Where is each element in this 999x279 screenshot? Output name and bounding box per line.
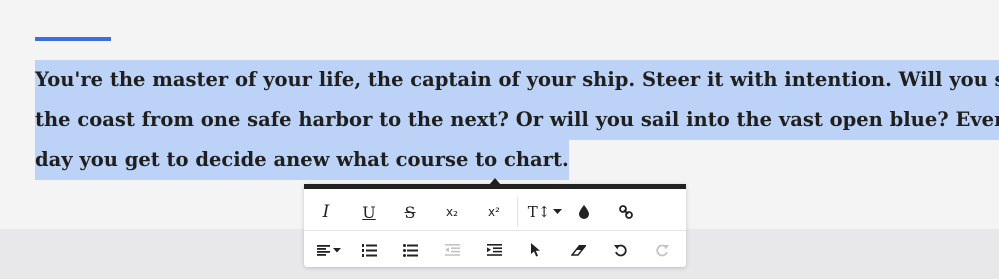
bulleted-list-icon — [402, 243, 418, 257]
toolbar-separator — [517, 197, 518, 227]
text-size-icon: T↕ — [527, 203, 551, 221]
text-line-2[interactable]: the coast from one safe harbor to the ne… — [35, 100, 999, 140]
toolbar-row-text-style: I U S x₂ x² T↕ — [304, 193, 686, 231]
accent-divider — [35, 37, 111, 41]
select-cursor-button[interactable] — [518, 231, 554, 269]
strikethrough-button[interactable]: S — [392, 193, 428, 231]
indent-icon — [486, 244, 502, 256]
underline-icon: U — [362, 202, 376, 222]
italic-icon: I — [322, 202, 330, 222]
text-color-icon — [579, 205, 589, 219]
toolbar-row-paragraph — [304, 230, 686, 269]
redo-button[interactable] — [644, 231, 680, 269]
text-color-button[interactable] — [566, 193, 602, 231]
cursor-icon — [530, 243, 540, 257]
clear-formatting-button[interactable] — [560, 231, 596, 269]
chevron-down-icon — [333, 247, 341, 252]
align-dropdown[interactable] — [308, 231, 350, 269]
numbered-list-icon — [361, 243, 377, 257]
superscript-button[interactable]: x² — [476, 193, 512, 231]
text-size-dropdown[interactable]: T↕ — [524, 193, 566, 231]
eraser-icon — [570, 244, 586, 256]
outdent-icon — [444, 244, 460, 256]
text-line-1[interactable]: You're the master of your life, the capt… — [35, 60, 999, 100]
chevron-down-icon — [553, 209, 563, 214]
bulleted-list-button[interactable] — [392, 231, 428, 269]
align-left-icon — [317, 244, 330, 256]
text-line-3[interactable]: day you get to decide anew what course t… — [35, 140, 569, 180]
italic-button[interactable]: I — [308, 193, 344, 231]
superscript-icon: x² — [488, 205, 500, 219]
underline-button[interactable]: U — [351, 193, 387, 231]
outdent-button[interactable] — [434, 231, 470, 269]
link-button[interactable] — [608, 193, 644, 231]
formatting-toolbar: I U S x₂ x² T↕ — [304, 184, 686, 267]
undo-button[interactable] — [602, 231, 638, 269]
subscript-button[interactable]: x₂ — [434, 193, 470, 231]
redo-icon — [655, 244, 669, 256]
editor-content[interactable]: You're the master of your life, the capt… — [35, 60, 999, 180]
numbered-list-button[interactable] — [351, 231, 387, 269]
indent-button[interactable] — [476, 231, 512, 269]
strikethrough-icon: S — [404, 202, 416, 222]
link-icon — [619, 205, 633, 219]
subscript-icon: x₂ — [446, 205, 458, 219]
undo-icon — [613, 244, 627, 256]
